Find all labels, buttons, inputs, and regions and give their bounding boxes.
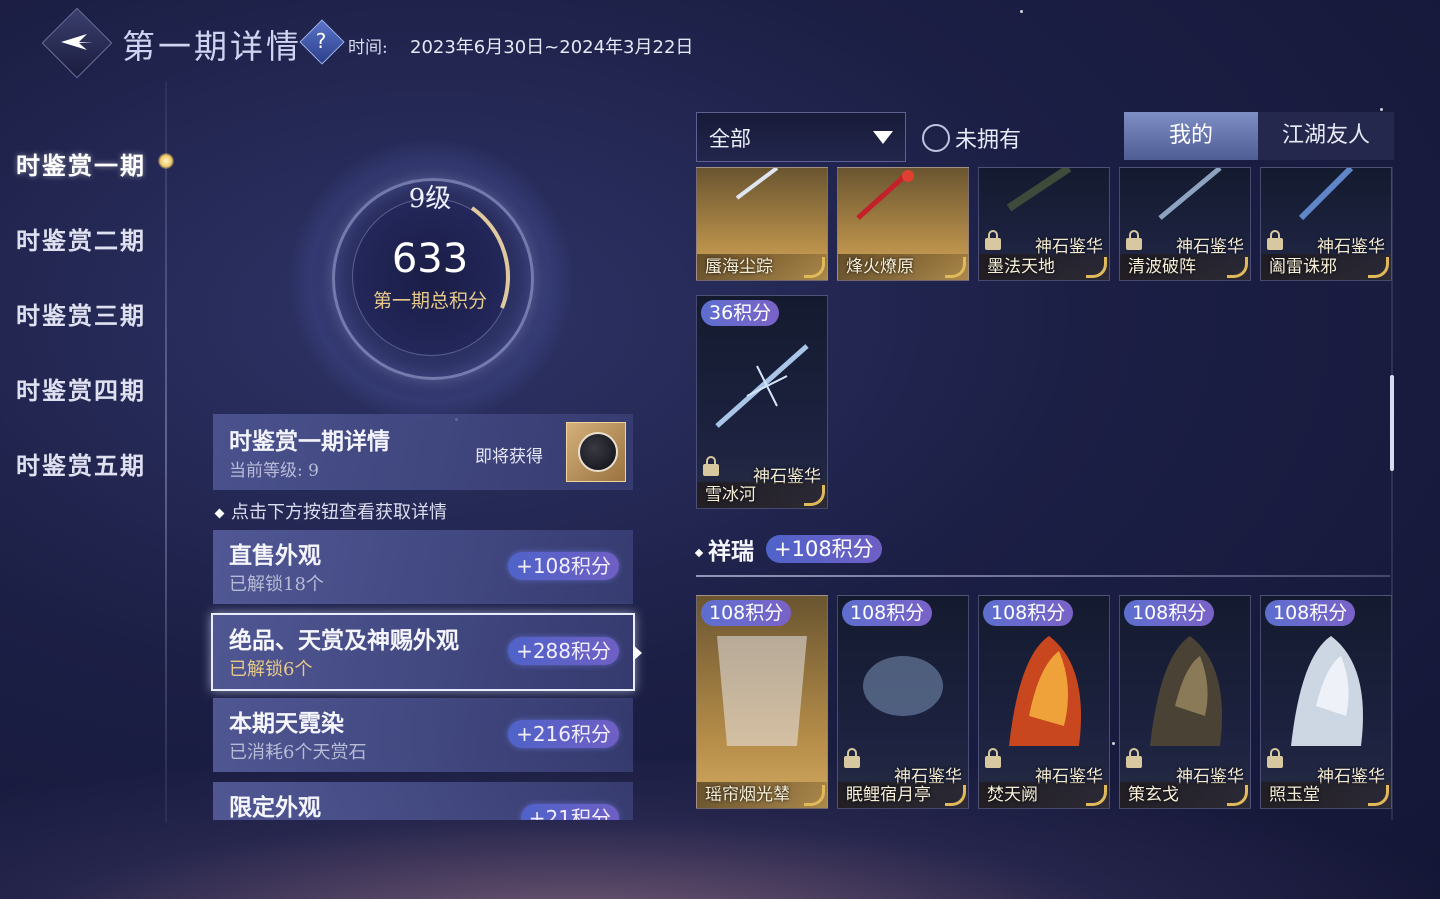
current-level: 当前等级: 9 bbox=[229, 461, 319, 481]
page-title: 第一期详情 bbox=[122, 27, 302, 66]
section-points: +108积分 bbox=[766, 535, 882, 563]
category-sub: 已消耗6个天赏石 bbox=[229, 742, 367, 763]
bullet-icon bbox=[214, 508, 225, 518]
time-value: 2023年6月30日~2024年3月22日 bbox=[410, 37, 694, 58]
section-title: 祥瑞 bbox=[694, 532, 754, 566]
filter-dropdown[interactable]: 全部 bbox=[696, 112, 906, 162]
category-title: 绝品、天赏及神赐外观 bbox=[229, 627, 459, 654]
back-arrow-icon bbox=[61, 34, 93, 50]
lock-icon bbox=[1126, 748, 1142, 768]
category-points: +21积分 bbox=[520, 804, 619, 820]
lock-icon bbox=[1267, 748, 1283, 768]
category-premium[interactable]: 绝品、天赏及神赐外观 已解锁6个 +288积分 bbox=[211, 613, 635, 691]
category-title: 限定外观 bbox=[229, 794, 321, 820]
collection-card[interactable]: 烽火燎原 bbox=[837, 167, 969, 281]
active-marker-icon bbox=[158, 153, 174, 169]
section-label: 祥瑞 bbox=[708, 538, 754, 565]
sidebar-item-period-5[interactable]: 时鉴赏五期 bbox=[16, 446, 146, 481]
points-badge: 108积分 bbox=[842, 600, 933, 626]
score-label: 第一期总积分 bbox=[372, 290, 487, 312]
help-icon[interactable]: ? bbox=[306, 26, 336, 56]
category-title: 直售外观 bbox=[229, 542, 321, 569]
lock-icon bbox=[985, 230, 1001, 250]
sidebar-item-period-3[interactable]: 时鉴赏三期 bbox=[16, 296, 146, 331]
category-title: 本期天霓染 bbox=[229, 710, 344, 737]
points-badge: 108积分 bbox=[983, 600, 1074, 626]
filter-value: 全部 bbox=[709, 127, 751, 151]
category-limited[interactable]: 限定外观 +21积分 bbox=[213, 782, 633, 820]
hint-label: 点击下方按钮查看获取详情 bbox=[231, 502, 447, 523]
sidebar-item-period-4[interactable]: 时鉴赏四期 bbox=[16, 371, 146, 406]
sidebar-divider bbox=[165, 82, 167, 822]
collection-card[interactable]: 蜃海尘踪 bbox=[696, 167, 828, 281]
lock-icon bbox=[1126, 230, 1142, 250]
category-sub: 已解锁18个 bbox=[229, 574, 324, 595]
collection-card[interactable]: 108积分 神石鉴华 焚天阙 bbox=[978, 595, 1110, 809]
points-badge: 36积分 bbox=[701, 300, 780, 326]
dropdown-caret-icon bbox=[873, 131, 893, 144]
sidebar-item-period-2[interactable]: 时鉴赏二期 bbox=[16, 221, 146, 256]
lock-icon bbox=[1267, 230, 1283, 250]
points-badge: 108积分 bbox=[1124, 600, 1215, 626]
lock-icon bbox=[985, 748, 1001, 768]
collection-card[interactable]: 神石鉴华 阖雷诛邪 bbox=[1260, 167, 1392, 281]
unowned-radio[interactable] bbox=[922, 124, 950, 152]
points-badge: 108积分 bbox=[701, 600, 792, 626]
collection-card[interactable]: 108积分 瑶帘烟光辇 bbox=[696, 595, 828, 809]
category-points: +108积分 bbox=[508, 552, 619, 580]
period-detail-panel: 时鉴赏一期详情 当前等级: 9 即将获得 bbox=[213, 414, 633, 490]
collection-card[interactable]: 神石鉴华 清波破阵 bbox=[1119, 167, 1251, 281]
hint-text: 点击下方按钮查看获取详情 bbox=[214, 498, 447, 524]
collection-card[interactable]: 神石鉴华 墨法天地 bbox=[978, 167, 1110, 281]
star-sparkle bbox=[1380, 108, 1383, 111]
level-label: 9级 bbox=[408, 184, 452, 214]
reward-orb-icon bbox=[578, 432, 618, 472]
next-reward-icon[interactable] bbox=[566, 422, 626, 482]
collection-card[interactable]: 108积分 神石鉴华 眠鲤宿月亭 bbox=[837, 595, 969, 809]
section-divider bbox=[696, 575, 1390, 577]
sidebar-item-period-1[interactable]: 时鉴赏一期 bbox=[16, 146, 146, 181]
category-direct-sale[interactable]: 直售外观 已解锁18个 +108积分 bbox=[213, 530, 633, 604]
collection-card[interactable]: 108积分 神石鉴华 策玄戈 bbox=[1119, 595, 1251, 809]
tab-mine[interactable]: 我的 bbox=[1124, 112, 1258, 160]
collection-gallery: 蜃海尘踪 烽火燎原 神石鉴华 墨法天地 神石鉴华 清波破阵 神石鉴华 阖雷诛邪 … bbox=[696, 167, 1396, 820]
lock-icon bbox=[844, 748, 860, 768]
collection-card[interactable]: 108积分 神石鉴华 照玉堂 bbox=[1260, 595, 1392, 809]
total-score: 633 bbox=[391, 236, 469, 282]
category-limited-clip: 限定外观 +21积分 bbox=[213, 782, 633, 820]
category-points: +216积分 bbox=[508, 720, 619, 748]
item-art bbox=[717, 636, 807, 746]
star-sparkle bbox=[1020, 10, 1023, 13]
selected-arrow-icon bbox=[633, 645, 642, 661]
lock-icon bbox=[703, 456, 719, 476]
points-badge: 108积分 bbox=[1265, 600, 1356, 626]
detail-title: 时鉴赏一期详情 bbox=[229, 428, 390, 455]
category-dye[interactable]: 本期天霓染 已消耗6个天赏石 +216积分 bbox=[213, 698, 633, 772]
tab-friends[interactable]: 江湖友人 bbox=[1258, 112, 1394, 160]
time-label: 时间: bbox=[348, 38, 388, 58]
collection-card[interactable]: 36积分 神石鉴华 雪冰河 bbox=[696, 295, 828, 509]
coming-label: 即将获得 bbox=[475, 447, 543, 467]
category-sub: 已解锁6个 bbox=[229, 659, 313, 680]
category-points: +288积分 bbox=[508, 637, 619, 665]
bullet-icon bbox=[694, 548, 704, 558]
unowned-label[interactable]: 未拥有 bbox=[955, 122, 1021, 154]
